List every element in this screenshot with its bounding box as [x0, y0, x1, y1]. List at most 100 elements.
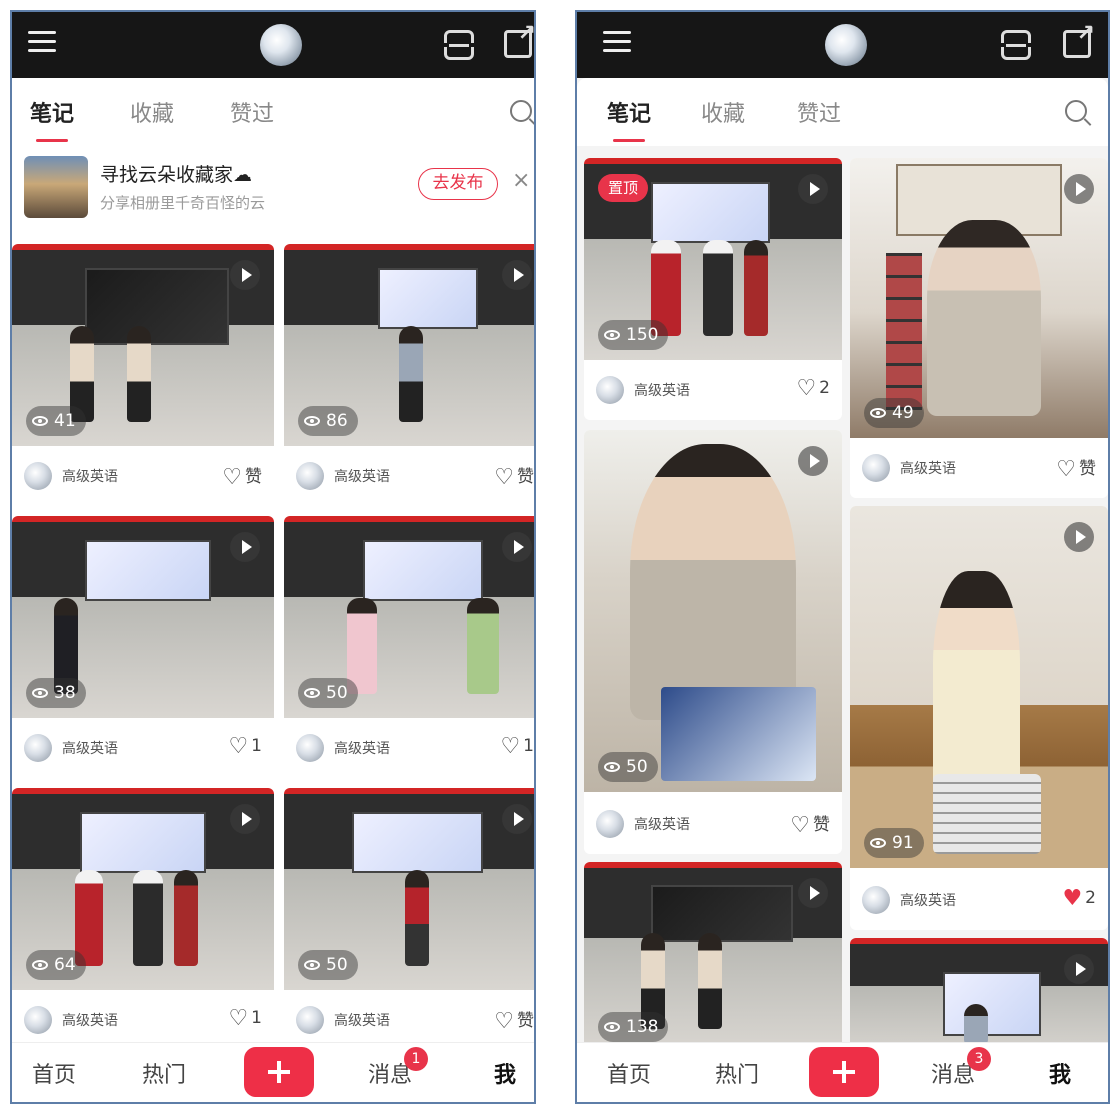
- note-card[interactable]: 49 高级英语 ♡ 赞: [850, 158, 1108, 498]
- author-name: 高级英语: [334, 1013, 390, 1029]
- avatar[interactable]: [24, 734, 52, 762]
- author-name: 高级英语: [62, 1013, 118, 1029]
- like-button[interactable]: ♡ 1: [228, 734, 262, 759]
- nav-messages[interactable]: 消息 1: [368, 1047, 429, 1089]
- note-card[interactable]: 86 高级英语 ♡ 赞: [284, 244, 534, 506]
- author-name: 高级英语: [334, 469, 390, 485]
- video-thumbnail: 38: [12, 516, 274, 718]
- avatar[interactable]: [24, 462, 52, 490]
- create-post-button[interactable]: [809, 1047, 879, 1097]
- note-card[interactable]: 138: [584, 862, 842, 1052]
- pinned-badge: 置顶: [598, 174, 649, 202]
- like-button[interactable]: ♡ 赞: [790, 810, 830, 838]
- avatar[interactable]: [296, 1006, 324, 1034]
- like-button[interactable]: ♥ 2: [1062, 886, 1096, 911]
- tab-liked[interactable]: 赞过: [797, 96, 841, 128]
- note-card[interactable]: 38 高级英语 ♡ 1: [12, 516, 274, 778]
- avatar[interactable]: [296, 462, 324, 490]
- eye-icon: [32, 960, 48, 970]
- heart-icon: ♡: [228, 734, 249, 759]
- avatar[interactable]: [24, 1006, 52, 1034]
- menu-icon[interactable]: [28, 31, 56, 55]
- eye-icon: [870, 838, 886, 848]
- play-icon: [798, 878, 828, 908]
- view-count: 91: [864, 828, 924, 858]
- note-card[interactable]: 64 高级英语 ♡ 1: [12, 788, 274, 1050]
- video-thumbnail: 50: [284, 516, 534, 718]
- note-card[interactable]: 41 高级英语 ♡ 赞: [12, 244, 274, 506]
- search-icon[interactable]: [1065, 100, 1087, 122]
- like-button[interactable]: ♡ 赞: [222, 462, 262, 490]
- eye-icon: [604, 762, 620, 772]
- author-name: 高级英语: [634, 383, 690, 399]
- like-button[interactable]: ♡ 1: [500, 734, 534, 759]
- publish-button[interactable]: 去发布: [418, 168, 498, 200]
- nav-home[interactable]: 首页: [32, 1057, 76, 1089]
- author-name: 高级英语: [62, 741, 118, 757]
- author-name: 高级英语: [334, 741, 390, 757]
- note-card[interactable]: 50 高级英语 ♡ 赞: [584, 430, 842, 854]
- play-icon: [798, 446, 828, 476]
- close-icon[interactable]: ×: [512, 168, 530, 193]
- play-icon: [1064, 174, 1094, 204]
- note-card[interactable]: 50 高级英语 ♡ 赞: [284, 788, 534, 1050]
- avatar[interactable]: [862, 886, 890, 914]
- note-card[interactable]: [850, 938, 1108, 1058]
- scan-icon[interactable]: [1001, 30, 1031, 60]
- heart-icon: ♡: [494, 465, 514, 490]
- eye-icon: [870, 408, 886, 418]
- tab-favorites[interactable]: 收藏: [701, 96, 745, 128]
- card-meta: 高级英语 ♡ 赞: [584, 794, 842, 854]
- activity-banner[interactable]: 寻找云朵收藏家☁ 分享相册里千奇百怪的云 去发布 ×: [12, 146, 534, 232]
- view-count: 86: [298, 406, 358, 436]
- create-post-button[interactable]: [244, 1047, 314, 1097]
- avatar[interactable]: [596, 810, 624, 838]
- video-thumbnail: 86: [284, 244, 534, 446]
- share-icon[interactable]: [504, 21, 534, 58]
- like-button[interactable]: ♡ 1: [228, 1006, 262, 1031]
- tab-liked[interactable]: 赞过: [230, 96, 274, 128]
- eye-icon: [304, 416, 320, 426]
- like-button[interactable]: ♡ 赞: [494, 462, 534, 490]
- note-card[interactable]: 91 高级英语 ♥ 2: [850, 506, 1108, 930]
- video-thumbnail: 置顶 150: [584, 158, 842, 360]
- view-count: 41: [26, 406, 86, 436]
- like-button[interactable]: ♡ 赞: [1056, 454, 1096, 482]
- eye-icon: [304, 960, 320, 970]
- share-icon[interactable]: [1063, 21, 1095, 58]
- nav-hot[interactable]: 热门: [142, 1057, 186, 1089]
- avatar[interactable]: [596, 376, 624, 404]
- note-card[interactable]: 置顶 150 高级英语 ♡ 2: [584, 158, 842, 420]
- view-count: 49: [864, 398, 924, 428]
- bottom-nav: 首页 热门 消息 3 我: [577, 1042, 1108, 1102]
- eye-icon: [32, 416, 48, 426]
- card-meta: 高级英语 ♡ 赞: [284, 990, 534, 1050]
- avatar[interactable]: [862, 454, 890, 482]
- like-button[interactable]: ♡ 2: [796, 376, 830, 401]
- heart-icon: ♡: [1056, 457, 1076, 482]
- avatar[interactable]: [296, 734, 324, 762]
- tab-notes[interactable]: 笔记: [30, 96, 74, 142]
- play-icon: [230, 804, 260, 834]
- phone-right: 笔记 收藏 赞过 置顶 150 高级英语 ♡2 50 高级: [575, 10, 1110, 1104]
- view-count: 50: [298, 678, 358, 708]
- heart-icon: ♡: [796, 376, 817, 401]
- nav-hot[interactable]: 热门: [715, 1057, 759, 1089]
- play-icon: [1064, 954, 1094, 984]
- banner-subtitle: 分享相册里千奇百怪的云: [100, 194, 266, 212]
- nav-home[interactable]: 首页: [607, 1057, 651, 1089]
- video-thumbnail: [850, 938, 1108, 1058]
- search-icon[interactable]: [510, 100, 532, 122]
- view-count: 64: [26, 950, 86, 980]
- nav-me[interactable]: 我: [494, 1057, 516, 1089]
- tab-notes[interactable]: 笔记: [607, 96, 651, 142]
- top-bar: [577, 12, 1108, 78]
- nav-me[interactable]: 我: [1049, 1057, 1071, 1089]
- note-card[interactable]: 50 高级英语 ♡ 1: [284, 516, 534, 778]
- like-button[interactable]: ♡ 赞: [494, 1006, 534, 1034]
- menu-icon[interactable]: [603, 31, 631, 55]
- scan-icon[interactable]: [444, 30, 474, 60]
- tab-favorites[interactable]: 收藏: [130, 96, 174, 128]
- eye-icon: [304, 688, 320, 698]
- nav-messages[interactable]: 消息 3: [931, 1047, 992, 1089]
